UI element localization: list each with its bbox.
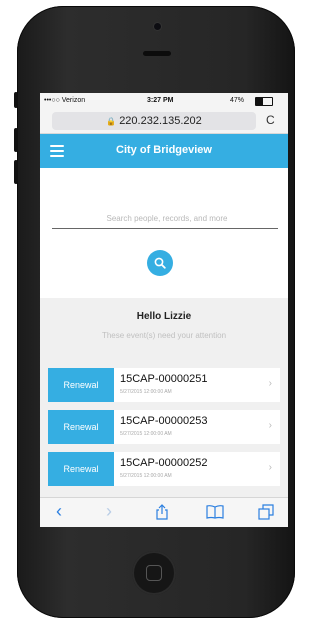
carrier-label: •••○○ Verizon — [44, 97, 86, 104]
record-date: 5/27/2015 12:00:00 AM — [120, 431, 172, 437]
lock-icon: 🔒 — [106, 117, 117, 126]
url-text: 220.232.135.202 — [119, 115, 202, 127]
record-row[interactable]: Renewal 15CAP-00000253 5/27/2015 12:00:0… — [48, 410, 280, 444]
record-date: 5/27/2015 12:00:00 AM — [120, 389, 172, 395]
chevron-right-icon: › — [268, 378, 272, 389]
greeting-subtitle: These event(s) need your attention — [101, 331, 227, 340]
battery-icon — [255, 97, 273, 106]
record-date: 5/27/2015 12:00:00 AM — [120, 473, 172, 479]
search-icon — [154, 257, 166, 269]
volume-down-button — [14, 160, 18, 184]
chevron-right-icon: › — [268, 420, 272, 431]
record-row[interactable]: Renewal 15CAP-00000252 5/27/2015 12:00:0… — [48, 452, 280, 486]
search-button[interactable] — [147, 250, 173, 276]
renewal-badge[interactable]: Renewal — [48, 410, 114, 444]
search-field-container — [52, 208, 282, 229]
home-button[interactable] — [132, 551, 176, 595]
forward-icon[interactable]: › — [106, 501, 112, 522]
home-square-icon — [146, 565, 162, 581]
record-row[interactable]: Renewal 15CAP-00000251 5/27/2015 12:00:0… — [48, 368, 280, 402]
greeting-title: Hello Lizzie — [136, 311, 192, 322]
app-header: City of Bridgeview — [40, 134, 288, 168]
record-id: 15CAP-00000253 — [120, 415, 208, 427]
tabs-icon[interactable] — [258, 504, 274, 524]
browser-address-bar: 🔒 220.232.135.202 C — [40, 109, 288, 134]
renewal-badge[interactable]: Renewal — [48, 452, 114, 486]
earpiece-speaker — [143, 51, 171, 56]
mute-switch — [14, 92, 18, 108]
front-camera — [154, 23, 161, 30]
url-field[interactable]: 🔒 220.232.135.202 — [52, 112, 256, 130]
chevron-right-icon: › — [268, 462, 272, 473]
share-icon[interactable] — [155, 504, 169, 524]
phone-screen: •••○○ Verizon 3:27 PM 47% 🔒 220.232.135.2… — [40, 93, 288, 527]
search-input[interactable] — [52, 213, 282, 224]
record-id: 15CAP-00000251 — [120, 373, 208, 385]
bookmarks-icon[interactable] — [206, 505, 224, 523]
volume-up-button — [14, 128, 18, 152]
battery-percent: 47% — [230, 97, 245, 104]
reload-icon[interactable]: C — [266, 113, 275, 127]
record-id: 15CAP-00000252 — [120, 457, 208, 469]
status-bar: •••○○ Verizon 3:27 PM 47% — [40, 93, 288, 109]
back-icon[interactable]: ‹ — [56, 501, 62, 522]
browser-toolbar: ‹ › — [40, 497, 288, 527]
app-title: City of Bridgeview — [116, 144, 212, 156]
renewal-badge[interactable]: Renewal — [48, 368, 114, 402]
clock: 3:27 PM — [147, 97, 174, 104]
